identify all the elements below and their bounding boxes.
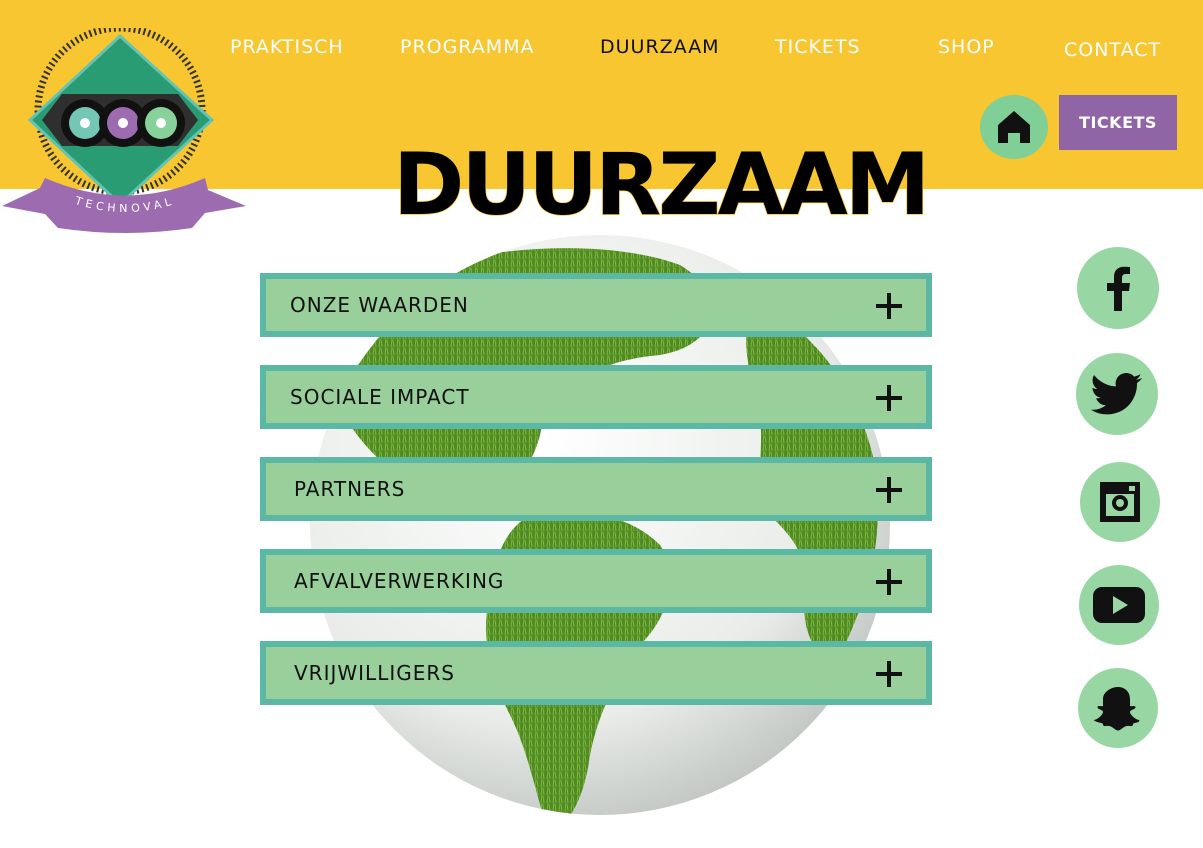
snapchat-icon <box>1093 687 1140 731</box>
technoval-logo[interactable]: TECHNOVAL <box>0 28 250 233</box>
twitter-button[interactable] <box>1076 353 1158 435</box>
youtube-button[interactable] <box>1079 565 1159 645</box>
accordion-label: VRIJWILLIGERS <box>294 661 455 685</box>
accordion-label: ONZE WAARDEN <box>290 293 469 317</box>
snapchat-button[interactable] <box>1078 668 1158 748</box>
accordion-afvalverwerking[interactable]: AFVALVERWERKING <box>260 549 932 613</box>
home-button[interactable] <box>980 95 1048 159</box>
facebook-button[interactable] <box>1077 247 1159 329</box>
nav-programma[interactable]: PROGRAMMA <box>400 36 535 58</box>
accordion-sociale-impact[interactable]: SOCIALE IMPACT <box>260 365 932 429</box>
accordion-label: AFVALVERWERKING <box>294 569 505 593</box>
accordion-label: PARTNERS <box>294 477 406 501</box>
nav-shop[interactable]: SHOP <box>938 36 995 58</box>
plus-icon[interactable] <box>874 659 904 689</box>
accordion-vrijwilligers[interactable]: VRIJWILLIGERS <box>260 641 932 705</box>
accordion-onze-waarden[interactable]: ONZE WAARDEN <box>260 273 932 337</box>
nav-tickets[interactable]: TICKETS <box>775 36 861 58</box>
nav-duurzaam[interactable]: DUURZAAM <box>600 36 720 58</box>
page-title: DUURZAAM <box>392 134 931 236</box>
nav-contact[interactable]: CONTACT <box>1064 39 1161 61</box>
plus-icon[interactable] <box>874 567 904 597</box>
plus-icon[interactable] <box>874 475 904 505</box>
instagram-icon <box>1100 482 1140 522</box>
twitter-icon <box>1091 373 1142 415</box>
youtube-icon <box>1093 587 1145 623</box>
accordion-partners[interactable]: PARTNERS <box>260 457 932 521</box>
tickets-button[interactable]: TICKETS <box>1059 95 1177 150</box>
plus-icon[interactable] <box>874 291 904 321</box>
instagram-button[interactable] <box>1080 462 1160 542</box>
accordion-label: SOCIALE IMPACT <box>290 385 470 409</box>
nav-praktisch[interactable]: PRAKTISCH <box>230 36 344 58</box>
plus-icon[interactable] <box>874 383 904 413</box>
home-icon <box>998 111 1030 143</box>
facebook-icon <box>1107 266 1130 311</box>
